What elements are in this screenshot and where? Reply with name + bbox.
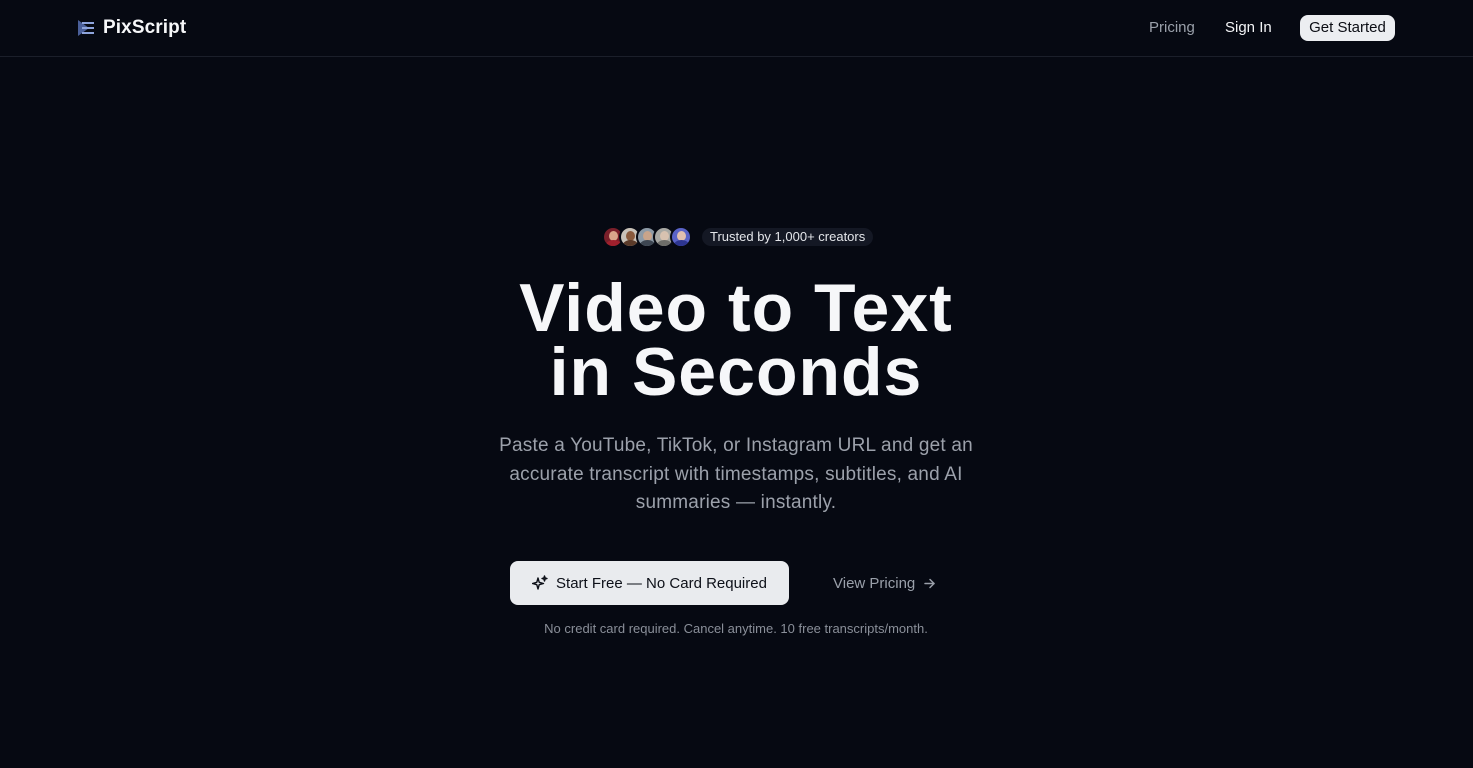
- hero-subtitle: Paste a YouTube, TikTok, or Instagram UR…: [499, 435, 973, 513]
- brand-logo[interactable]: PixScript: [77, 17, 186, 39]
- trust-row: Trusted by 1,000+ creators: [602, 226, 874, 248]
- top-nav: PixScript Pricing Sign In Get Started: [0, 0, 1473, 57]
- landing-page: PixScript Pricing Sign In Get Started Tr…: [0, 0, 1473, 768]
- trust-badge: Trusted by 1,000+ creators: [702, 228, 874, 246]
- sparkle-icon: [532, 575, 548, 590]
- start-free-label: Start Free — No Card Required: [556, 574, 767, 592]
- nav-pricing-link[interactable]: Pricing: [1149, 18, 1195, 38]
- hero-headline: Video to Text in Seconds: [436, 270, 1036, 410]
- view-pricing-label: View Pricing: [833, 574, 916, 592]
- avatar-group: [602, 226, 692, 248]
- view-pricing-link[interactable]: View Pricing: [833, 573, 936, 593]
- start-free-button[interactable]: Start Free — No Card Required: [510, 561, 789, 605]
- headline-line-2: in Seconds: [549, 334, 923, 410]
- nav-sign-in-link[interactable]: Sign In: [1225, 18, 1272, 38]
- get-started-button[interactable]: Get Started: [1300, 15, 1395, 41]
- fineprint: No credit card required. Cancel anytime.…: [544, 621, 928, 636]
- avatar: [670, 226, 692, 248]
- play-lines-icon: [78, 20, 94, 36]
- headline-line-1: Video to Text: [519, 270, 953, 346]
- arrow-right-icon: [924, 578, 936, 588]
- brand-name: PixScript: [103, 17, 187, 38]
